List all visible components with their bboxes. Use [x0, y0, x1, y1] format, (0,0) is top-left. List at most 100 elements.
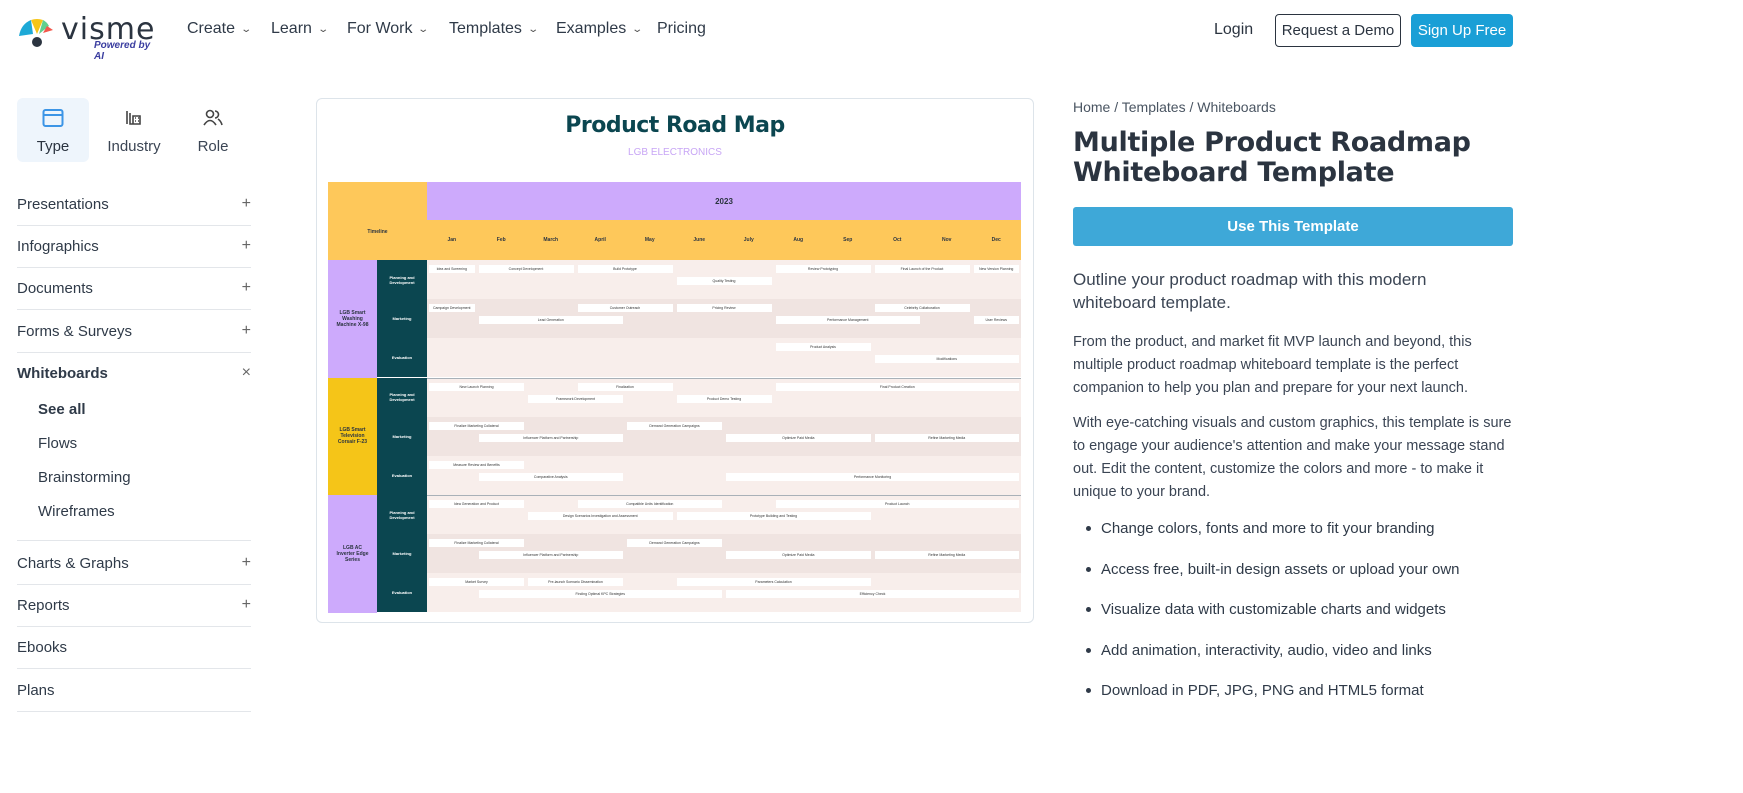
sidebar-subitem[interactable]: Wireframes: [38, 503, 115, 520]
sidebar-item-label: Infographics: [17, 237, 99, 255]
login-link[interactable]: Login: [1214, 21, 1253, 39]
divider: [17, 540, 251, 541]
sidebar-item-plans[interactable]: Plans: [17, 680, 251, 700]
task-bar: Idea Generation and Product: [429, 500, 524, 508]
task-bar: User Reviews: [973, 316, 1019, 325]
task-bar: Review Prototyping: [775, 265, 871, 273]
phase-label: Planning and Development: [377, 377, 427, 417]
phase-label: Evaluation: [377, 338, 427, 378]
plus-icon[interactable]: +: [242, 322, 251, 340]
sidebar-item-reports[interactable]: Reports +: [17, 595, 251, 615]
divider: [17, 584, 251, 585]
tab-type-label: Type: [36, 138, 70, 155]
sidebar-item-infographics[interactable]: Infographics +: [17, 236, 251, 256]
divider: [17, 711, 251, 712]
sidebar-item-label: Reports: [17, 596, 70, 614]
chevron-down-icon: ⌄: [240, 23, 253, 35]
phase-label: Marketing: [377, 299, 427, 339]
nav-create[interactable]: Create ⌄: [187, 20, 253, 38]
month-label: Sep: [843, 237, 853, 243]
task-bar: New Launch Planning: [429, 382, 524, 391]
use-template-button[interactable]: Use This Template: [1073, 207, 1513, 246]
month-label: April: [594, 237, 606, 243]
nav-templates[interactable]: Templates ⌄: [449, 20, 539, 38]
bullet-text: Access free, built-in design assets or u…: [1101, 561, 1460, 578]
month-label: March: [543, 237, 559, 243]
sidebar-item-label: Plans: [17, 681, 55, 699]
sidebar-item-whiteboards[interactable]: Whiteboards ×: [17, 363, 251, 383]
product-label: LGB AC Inverter Edge Series: [328, 495, 377, 613]
task-bar: Product Launch: [775, 500, 1019, 508]
sidebar-item-forms-surveys[interactable]: Forms & Surveys +: [17, 321, 251, 341]
product-label: LGB Smart Washing Machine X-98: [328, 260, 377, 378]
sidebar-subitem[interactable]: See all: [38, 401, 86, 418]
task-bar: Refine Marketing Media: [874, 551, 1019, 560]
sidebar-item-label: Ebooks: [17, 638, 68, 656]
month-label: Dec: [991, 237, 1001, 243]
sidebar-subitem[interactable]: Flows: [38, 435, 77, 452]
chevron-down-icon: ⌄: [527, 23, 539, 35]
task-bar: Final Launch of the Product: [874, 265, 970, 273]
task-bar: Finalize Marketing Collateral: [429, 539, 524, 548]
feature-bullet: Add animation, interactivity, audio, vid…: [1086, 642, 1432, 659]
nav-learn[interactable]: Learn ⌄: [271, 20, 329, 38]
month-label: Nov: [942, 237, 952, 243]
plus-icon[interactable]: +: [242, 237, 251, 255]
sidebar-item-charts-graphs[interactable]: Charts & Graphs +: [17, 553, 251, 573]
window-icon: [42, 109, 64, 127]
task-bar: Modifications: [874, 355, 1019, 364]
sidebar-item-ebooks[interactable]: Ebooks: [17, 637, 251, 657]
sidebar-item-presentations[interactable]: Presentations +: [17, 194, 251, 214]
nav-label: Create: [187, 20, 236, 37]
task-bar: Performance Monitoring: [726, 472, 1019, 481]
sign-up-button[interactable]: Sign Up Free: [1411, 14, 1513, 47]
month-label: May: [644, 237, 655, 243]
template-preview[interactable]: Product Road Map LGB ELECTRONICS Timelin…: [316, 98, 1034, 623]
product-label: LGB Smart Television Corsair F-23: [328, 377, 377, 495]
visme-logo-mark: [19, 19, 53, 47]
breadcrumb[interactable]: Home / Templates / Whiteboards: [1073, 99, 1513, 115]
task-bar: Celebrity Collaboration: [874, 304, 970, 313]
task-bar: Finalization: [577, 382, 673, 391]
tab-industry-label: Industry: [107, 138, 161, 155]
visme-logo[interactable]: visme Powered by AI: [17, 12, 162, 62]
plus-icon[interactable]: +: [242, 279, 251, 297]
tab-role[interactable]: Role: [177, 98, 249, 162]
bullet-icon: [1086, 648, 1091, 653]
nav-label: Templates: [449, 20, 522, 37]
task-bar: Pre-launch Scenario Dissemination: [528, 578, 623, 587]
chevron-down-icon: ⌄: [317, 23, 329, 35]
month-label: Aug: [793, 237, 804, 243]
bullet-text: Add animation, interactivity, audio, vid…: [1101, 642, 1432, 659]
nav-examples[interactable]: Examples ⌄: [556, 20, 643, 38]
tab-type[interactable]: Type: [17, 98, 89, 162]
feature-bullet: Download in PDF, JPG, PNG and HTML5 form…: [1086, 682, 1424, 699]
plus-icon[interactable]: +: [242, 596, 251, 614]
task-bar: Demand Generation Campaigns: [627, 539, 722, 548]
chevron-down-icon: ⌄: [417, 23, 430, 35]
sidebar-item-label: Forms & Surveys: [17, 322, 133, 340]
tab-industry[interactable]: Industry: [98, 98, 170, 162]
building-icon: [126, 111, 141, 125]
divider: [17, 626, 251, 627]
bullet-icon: [1086, 607, 1091, 612]
divider: [17, 267, 251, 268]
sidebar-item-documents[interactable]: Documents +: [17, 278, 251, 298]
task-bar: Compatible Units Identification: [577, 500, 722, 508]
timeline-header: Timeline: [328, 182, 427, 260]
close-icon[interactable]: ×: [242, 364, 251, 382]
task-bar: Refine Marketing Media: [874, 433, 1019, 442]
sidebar-subitem[interactable]: Brainstorming: [38, 469, 131, 486]
month-label: Feb: [496, 237, 506, 243]
task-bar: Parameters Calculation: [676, 578, 871, 587]
plus-icon[interactable]: +: [242, 195, 251, 213]
nav-for-work[interactable]: For Work ⌄: [347, 20, 430, 38]
task-bar: Measure Review and Benefits: [429, 460, 524, 469]
task-bar: Influencer Platform and Partnership: [478, 433, 623, 442]
plus-icon[interactable]: +: [242, 554, 251, 572]
task-bar: Final Product Creation: [775, 382, 1019, 391]
phase-label: Marketing: [377, 416, 427, 456]
request-demo-button[interactable]: Request a Demo: [1275, 14, 1401, 47]
divider: [17, 352, 251, 353]
nav-pricing[interactable]: Pricing: [657, 20, 706, 38]
